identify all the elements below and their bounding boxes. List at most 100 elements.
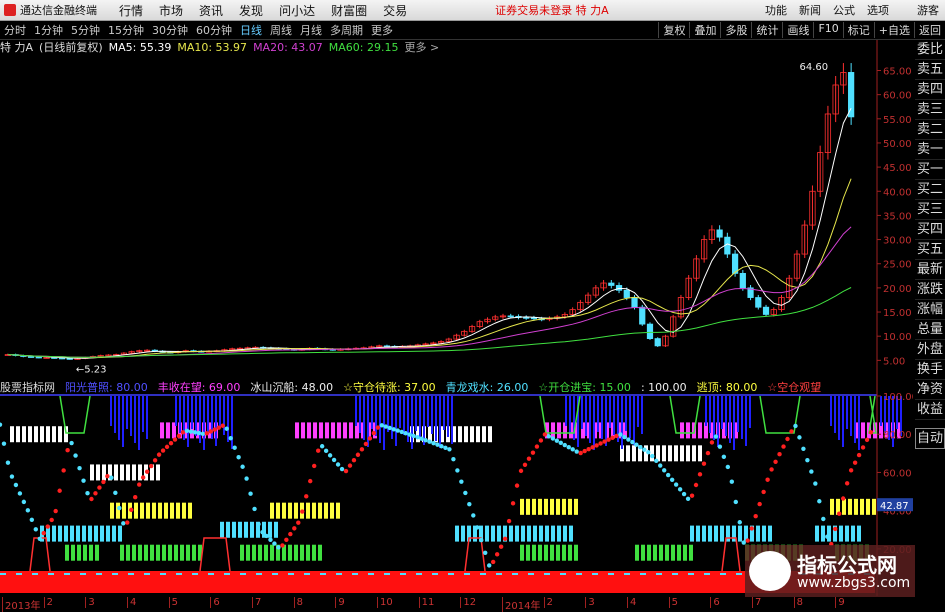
tool-huaxian[interactable]: 画线 (782, 22, 813, 38)
signal-bar (258, 544, 262, 561)
menu-gongneng[interactable]: 功能 (765, 2, 787, 18)
menu-zixun[interactable]: 资讯 (199, 2, 223, 19)
dot-up (606, 437, 611, 442)
side-item-12[interactable]: 涨跌 (915, 280, 945, 300)
dot-down (570, 447, 575, 452)
time-label: 2014年 (502, 597, 540, 612)
period-monthly[interactable]: 月线 (300, 22, 322, 38)
period-weekly[interactable]: 周线 (270, 22, 292, 38)
blue-spike (439, 396, 441, 448)
guest-label[interactable]: 游客 (917, 2, 939, 18)
side-item-8[interactable]: 买三 (915, 200, 945, 220)
side-item-9[interactable]: 买四 (915, 220, 945, 240)
menu-wenxiaoda[interactable]: 问小达 (279, 2, 315, 19)
side-item-3[interactable]: 卖三 (915, 100, 945, 120)
dot-up (41, 530, 46, 536)
side-item-6[interactable]: 买一 (915, 160, 945, 180)
price-chart[interactable]: 65.00 60.00 55.00 50.00 45.00 40.00 35.00 30.00… (0, 40, 913, 378)
signal-bar (250, 521, 254, 538)
more-link[interactable]: 更多 > (405, 39, 440, 55)
menu-faxian[interactable]: 发现 (239, 2, 263, 19)
side-item-11[interactable]: 最新 (915, 260, 945, 280)
dot-down (252, 506, 257, 512)
side-item-0[interactable]: 委比 (915, 40, 945, 60)
menu-shichang[interactable]: 市场 (159, 2, 183, 19)
period-60min[interactable]: 60分钟 (196, 22, 232, 38)
menu-gongshi[interactable]: 公式 (833, 2, 855, 18)
candle-body (615, 285, 623, 291)
dot-down (677, 487, 683, 492)
dot-down (459, 479, 464, 484)
side-item-13[interactable]: 涨幅 (915, 300, 945, 320)
period-more[interactable]: 更多 (371, 22, 393, 38)
dot-up (296, 520, 301, 525)
dot-down (264, 533, 269, 539)
side-item-7[interactable]: 买二 (915, 180, 945, 200)
label-yangguang: 阳光普照: 80.00 (65, 381, 148, 394)
auto-button[interactable]: 自动 (915, 428, 945, 449)
period-5min[interactable]: 5分钟 (71, 22, 100, 38)
signal-bar (659, 544, 663, 561)
side-item-16[interactable]: 换手 (915, 360, 945, 380)
side-item-17[interactable]: 净资 (915, 380, 945, 400)
tool-fanhui[interactable]: 返回 (914, 22, 945, 38)
red-bracket (721, 537, 741, 572)
dot-down (558, 440, 563, 446)
tool-duogu[interactable]: 多股 (720, 22, 751, 38)
price-tick-label: 15.00 (883, 308, 912, 319)
tool-biaoji[interactable]: 标记 (842, 22, 874, 38)
side-item-4[interactable]: 卖二 (915, 120, 945, 140)
side-item-10[interactable]: 买五 (915, 240, 945, 260)
period-daily[interactable]: 日线 (240, 22, 262, 38)
menu-hangqing[interactable]: 行情 (119, 2, 143, 19)
tool-zixuan[interactable]: +自选 (873, 22, 914, 38)
blue-spike (834, 396, 836, 433)
period-multi[interactable]: 多周期 (330, 22, 363, 38)
menu-jiaoyi[interactable]: 交易 (383, 2, 407, 19)
menu-caifuquan[interactable]: 财富圈 (331, 2, 367, 19)
signal-bar (110, 502, 114, 519)
side-item-14[interactable]: 总量 (915, 320, 945, 340)
price-tick-label: 50.00 (883, 139, 912, 150)
menu-xuanxiang[interactable]: 选项 (867, 2, 889, 18)
signal-bar (337, 422, 341, 439)
period-30min[interactable]: 30分钟 (152, 22, 188, 38)
side-item-15[interactable]: 外盘 (915, 340, 945, 360)
indicator-name[interactable]: 股票指标网 (0, 379, 55, 395)
dot-down (395, 428, 400, 433)
time-label: 2013年 (2, 597, 40, 612)
dot-down (805, 457, 810, 463)
time-label: 4 (627, 597, 636, 608)
signal-bar (192, 544, 196, 561)
price-tick-label: 20.00 (883, 284, 912, 295)
signal-bar (94, 525, 98, 542)
period-1min[interactable]: 1分钟 (34, 22, 63, 38)
side-item-1[interactable]: 卖五 (915, 60, 945, 80)
trade-login-alert[interactable]: 证券交易未登录 特 力A (495, 2, 609, 18)
menu-xinwen[interactable]: 新闻 (799, 2, 821, 18)
ma20-value: MA20: 43.07 (253, 40, 323, 54)
dot-down (113, 490, 118, 496)
dot-down (73, 453, 78, 458)
signal-bar (641, 544, 645, 561)
side-item-5[interactable]: 卖一 (915, 140, 945, 160)
period-fenshi[interactable]: 分时 (4, 22, 26, 38)
tool-tongji[interactable]: 统计 (751, 22, 782, 38)
price-tick-label: 25.00 (883, 260, 912, 271)
dot-up (868, 430, 874, 435)
dot-down (232, 445, 237, 450)
candle-body (654, 338, 661, 347)
signal-bar (848, 498, 852, 515)
blue-spike (880, 396, 882, 426)
tool-f10[interactable]: F10 (813, 22, 842, 38)
blue-spike (130, 396, 132, 436)
tool-fuquan[interactable]: 复权 (658, 22, 689, 38)
side-item-2[interactable]: 卖四 (915, 80, 945, 100)
tool-diejia[interactable]: 叠加 (689, 22, 720, 38)
dot-down (471, 513, 476, 518)
dot-down (268, 537, 273, 542)
period-15min[interactable]: 15分钟 (108, 22, 144, 38)
side-item-18[interactable]: 收益 (915, 400, 945, 420)
signal-bar (188, 502, 192, 519)
time-label: 5 (668, 597, 678, 608)
